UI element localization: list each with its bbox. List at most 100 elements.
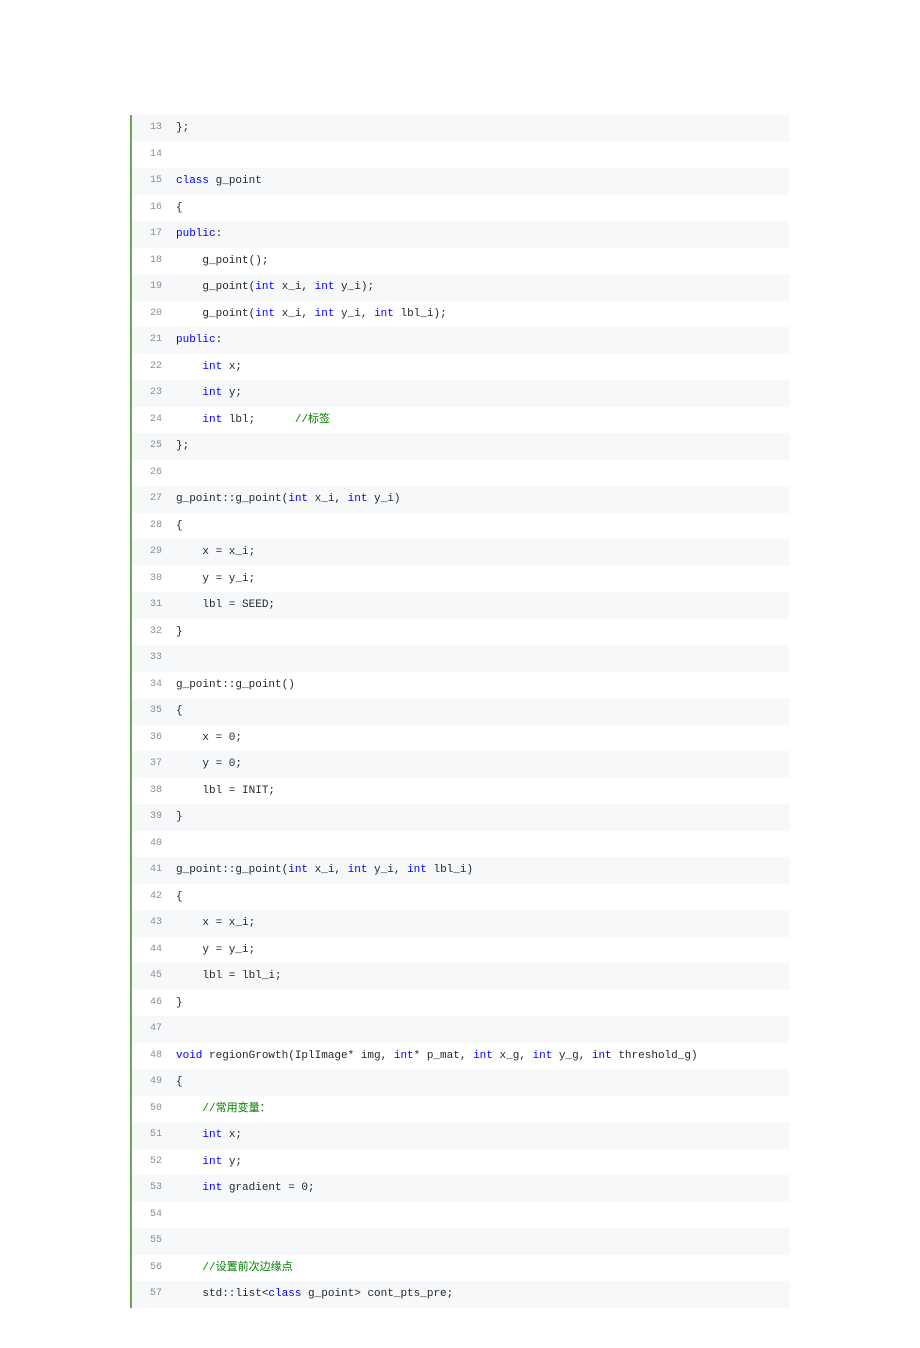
code-token [176,387,202,399]
code-line: 53 int gradient = 0; [132,1175,790,1202]
code-line: 36 x = 0; [132,725,790,752]
code-content: { [176,513,790,540]
code-content: } [176,804,790,831]
code-token [176,1129,202,1141]
line-number: 56 [132,1255,176,1282]
code-token: }; [176,440,189,452]
line-number: 41 [132,857,176,884]
code-token: x_i, [275,308,315,320]
line-number: 30 [132,566,176,593]
line-number: 45 [132,963,176,990]
code-token: x_i, [308,864,348,876]
code-line: 56 //设置前次边缘点 [132,1255,790,1282]
code-token [176,1182,202,1194]
code-token: int [202,387,222,399]
code-token [176,1156,202,1168]
line-number: 54 [132,1202,176,1229]
line-number: 24 [132,407,176,434]
code-content: { [176,884,790,911]
code-token: public [176,334,216,346]
code-content: y = 0; [176,751,790,778]
code-line: 24 int lbl; //标签 [132,407,790,434]
code-content: g_point::g_point(int x_i, int y_i) [176,486,790,513]
line-number: 43 [132,910,176,937]
line-number: 36 [132,725,176,752]
code-content: int y; [176,380,790,407]
code-line: 54 [132,1202,790,1229]
code-token: int [202,414,222,426]
code-line: 29 x = x_i; [132,539,790,566]
line-number: 27 [132,486,176,513]
code-content: void regionGrowth(IplImage* img, int* p_… [176,1043,790,1070]
code-token: lbl = lbl_i; [176,970,282,982]
line-number: 55 [132,1228,176,1255]
code-content: x = 0; [176,725,790,752]
code-content: std::list<class g_point> cont_pts_pre; [176,1281,790,1308]
code-token: int [533,1050,553,1062]
code-content: //设置前次边缘点 [176,1255,790,1282]
code-token: threshold_g) [612,1050,698,1062]
code-token: int [473,1050,493,1062]
code-line: 23 int y; [132,380,790,407]
code-content: g_point(int x_i, int y_i); [176,274,790,301]
code-token: y = y_i; [176,944,255,956]
line-number: 40 [132,831,176,858]
code-content: y = y_i; [176,937,790,964]
line-number: 39 [132,804,176,831]
code-token: lbl = SEED; [176,599,275,611]
line-number: 13 [132,115,176,142]
code-line: 19 g_point(int x_i, int y_i); [132,274,790,301]
code-line: 14 [132,142,790,169]
code-content: int lbl; //标签 [176,407,790,434]
code-token: void [176,1050,202,1062]
line-number: 33 [132,645,176,672]
code-content: public: [176,221,790,248]
code-token: int [255,281,275,293]
code-token: } [176,997,183,1009]
code-token: y; [222,387,242,399]
code-content: g_point::g_point() [176,672,790,699]
code-token: { [176,891,183,903]
code-line: 34g_point::g_point() [132,672,790,699]
code-line: 22 int x; [132,354,790,381]
code-token: y_g, [552,1050,592,1062]
code-content: g_point(); [176,248,790,275]
line-number: 19 [132,274,176,301]
code-token [176,361,202,373]
line-number: 57 [132,1281,176,1308]
code-token: { [176,520,183,532]
code-line: 43 x = x_i; [132,910,790,937]
code-token: y_i); [334,281,374,293]
code-content: g_point(int x_i, int y_i, int lbl_i); [176,301,790,328]
code-token: x = 0; [176,732,242,744]
code-line: 18 g_point(); [132,248,790,275]
code-token: y_i) [367,493,400,505]
code-token: g_point( [176,308,255,320]
code-token: y = 0; [176,758,242,770]
code-token: : [216,228,223,240]
code-line: 42{ [132,884,790,911]
code-line: 51 int x; [132,1122,790,1149]
line-number: 18 [132,248,176,275]
code-token: g_point [209,175,262,187]
code-line: 55 [132,1228,790,1255]
code-token: x_i, [275,281,315,293]
code-token: int [255,308,275,320]
code-token: g_point(); [176,255,268,267]
code-token: y; [222,1156,242,1168]
line-number: 51 [132,1122,176,1149]
code-content: lbl = INIT; [176,778,790,805]
code-line: 40 [132,831,790,858]
line-number: 50 [132,1096,176,1123]
code-token: //标签 [295,414,330,426]
code-line: 35{ [132,698,790,725]
code-token: g_point( [176,281,255,293]
line-number: 37 [132,751,176,778]
code-content: x = x_i; [176,910,790,937]
code-line: 44 y = y_i; [132,937,790,964]
code-line: 31 lbl = SEED; [132,592,790,619]
line-number: 38 [132,778,176,805]
code-token: x; [222,1129,242,1141]
code-content: { [176,698,790,725]
line-number: 29 [132,539,176,566]
